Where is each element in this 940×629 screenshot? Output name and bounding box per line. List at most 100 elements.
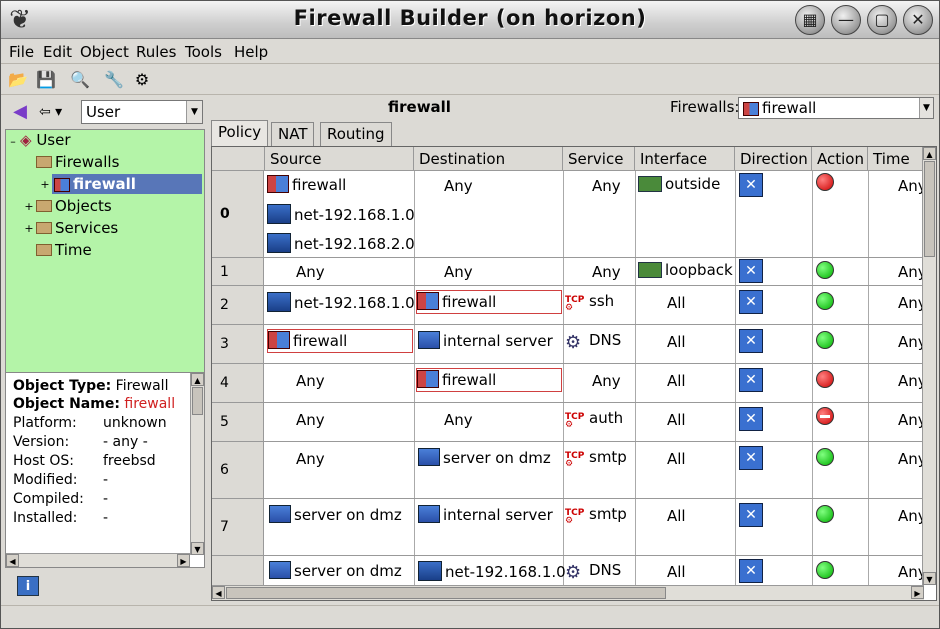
- expand-icon[interactable]: +: [24, 200, 34, 213]
- rule-cell-service[interactable]: TCP ⚙ auth: [565, 409, 623, 433]
- scroll-left-icon[interactable]: ◀: [212, 586, 225, 599]
- rule-number[interactable]: [212, 556, 264, 586]
- rule-number[interactable]: 3: [212, 325, 264, 364]
- rule-cell-service[interactable]: TCP ⚙ smtp: [565, 448, 627, 472]
- rule-cell-direction[interactable]: ✕: [739, 173, 763, 197]
- install-icon[interactable]: ⚙: [129, 68, 155, 92]
- tree-node-time[interactable]: Time: [36, 240, 92, 260]
- rule-number[interactable]: 4: [212, 364, 264, 403]
- rule-cell-direction[interactable]: ✕: [739, 503, 763, 527]
- tab-nat[interactable]: NAT: [271, 122, 315, 146]
- rule-cell-action[interactable]: [816, 261, 834, 283]
- tree-node-user[interactable]: ◈ User: [20, 130, 71, 150]
- open-icon[interactable]: 📂: [5, 68, 31, 92]
- rule-cell-destination[interactable]: Any: [444, 263, 473, 281]
- tools-icon[interactable]: 🔧: [101, 68, 127, 92]
- scroll-right-icon[interactable]: ▶: [177, 554, 190, 567]
- rule-cell-interface[interactable]: All: [667, 507, 686, 525]
- rule-cell-service[interactable]: ⚙ DNS: [565, 331, 621, 353]
- rule-cell-destination[interactable]: firewall: [416, 290, 562, 314]
- rule-cell-action[interactable]: [816, 561, 834, 583]
- grid-vertical-scrollbar[interactable]: ▲ ▼: [922, 147, 936, 585]
- rule-number[interactable]: 6: [212, 442, 264, 499]
- rule-cell-source[interactable]: Any: [296, 411, 325, 429]
- rule-cell-direction[interactable]: ✕: [739, 407, 763, 431]
- rule-cell-destination[interactable]: Any: [444, 177, 473, 195]
- tab-policy[interactable]: Policy: [211, 120, 269, 146]
- rule-cell-service[interactable]: Any: [592, 372, 621, 390]
- rule-cell-action[interactable]: [816, 292, 834, 314]
- find-icon[interactable]: 🔍: [67, 68, 93, 92]
- rule-cell-direction[interactable]: ✕: [739, 290, 763, 314]
- rule-cell-destination[interactable]: firewall: [416, 368, 562, 392]
- info-vertical-scrollbar[interactable]: ▲ ▼: [190, 373, 204, 555]
- menu-edit[interactable]: Edit: [43, 43, 72, 61]
- scroll-thumb[interactable]: [226, 587, 666, 599]
- scroll-down-icon[interactable]: ▼: [191, 542, 204, 555]
- expand-icon[interactable]: +: [40, 178, 50, 191]
- scroll-thumb[interactable]: [924, 161, 935, 257]
- column-header-destination[interactable]: Destination: [414, 147, 563, 171]
- policy-rules-grid[interactable]: Source Destination Service Interface Dir…: [211, 146, 937, 601]
- grid-horizontal-scrollbar[interactable]: ◀ ▶: [212, 585, 924, 600]
- close-button[interactable]: ✕: [903, 5, 933, 35]
- rule-cell-service[interactable]: TCP ⚙ smtp: [565, 505, 627, 529]
- rule-cell-direction[interactable]: ✕: [739, 559, 763, 583]
- rule-cell-action[interactable]: [816, 505, 834, 527]
- rule-cell-destination[interactable]: internal server: [418, 331, 553, 350]
- rule-cell-interface[interactable]: All: [667, 563, 686, 581]
- column-header-action[interactable]: Action: [812, 147, 868, 171]
- library-select[interactable]: User ▼: [81, 100, 203, 124]
- rule-cell-source[interactable]: server on dmz: [269, 561, 402, 580]
- column-header-source[interactable]: Source: [265, 147, 414, 171]
- rule-cell-source[interactable]: firewall: [267, 329, 413, 353]
- menu-rules[interactable]: Rules: [136, 43, 176, 61]
- tree-node-firewall-selected[interactable]: firewall: [52, 174, 202, 194]
- rule-cell-interface[interactable]: All: [667, 450, 686, 468]
- column-header-direction[interactable]: Direction: [735, 147, 812, 171]
- rule-cell-action[interactable]: [816, 173, 834, 195]
- save-icon[interactable]: 💾: [33, 68, 59, 92]
- rule-cell-interface[interactable]: All: [667, 333, 686, 351]
- tab-routing[interactable]: Routing: [320, 122, 392, 146]
- rule-cell-service[interactable]: Any: [592, 263, 621, 281]
- scroll-down-icon[interactable]: ▼: [923, 572, 936, 585]
- rule-number[interactable]: 1: [212, 258, 264, 286]
- rule-cell-source[interactable]: net-192.168.1.0: [267, 204, 415, 224]
- tree-node-objects[interactable]: Objects: [36, 196, 112, 216]
- rule-number[interactable]: 0: [212, 171, 264, 258]
- rule-cell-source[interactable]: net-192.168.1.0: [267, 292, 415, 312]
- minimize-button[interactable]: —: [831, 5, 861, 35]
- rule-cell-source[interactable]: net-192.168.2.0: [267, 233, 415, 253]
- rule-cell-destination[interactable]: internal server: [418, 505, 553, 524]
- scroll-left-icon[interactable]: ◀: [6, 554, 19, 567]
- info-icon[interactable]: i: [17, 576, 39, 596]
- title-bar[interactable]: ❦ Firewall Builder (on horizon) ▦ — ▢ ✕: [1, 1, 939, 39]
- rule-cell-direction[interactable]: ✕: [739, 368, 763, 392]
- scroll-up-icon[interactable]: ▲: [191, 373, 204, 386]
- rule-cell-interface[interactable]: All: [667, 411, 686, 429]
- firewalls-select[interactable]: firewall ▼: [738, 97, 934, 119]
- maximize-button[interactable]: ▢: [867, 5, 897, 35]
- column-header-interface[interactable]: Interface: [635, 147, 735, 171]
- scroll-right-icon[interactable]: ▶: [911, 586, 924, 599]
- column-header-time[interactable]: Time: [868, 147, 928, 171]
- back-arrow-icon[interactable]: ◀: [7, 100, 33, 124]
- rule-cell-service[interactable]: Any: [592, 177, 621, 195]
- scroll-up-icon[interactable]: ▲: [923, 147, 936, 160]
- rule-cell-source[interactable]: Any: [296, 372, 325, 390]
- info-horizontal-scrollbar[interactable]: ◀ ▶: [6, 553, 190, 567]
- collapse-icon[interactable]: –: [8, 135, 18, 148]
- app-firewall-icon[interactable]: ▦: [795, 5, 825, 35]
- rule-cell-source[interactable]: Any: [296, 263, 325, 281]
- menu-file[interactable]: File: [9, 43, 34, 61]
- rule-cell-action[interactable]: [816, 370, 834, 392]
- rule-cell-direction[interactable]: ✕: [739, 259, 763, 283]
- rule-cell-source[interactable]: Any: [296, 450, 325, 468]
- rule-cell-action[interactable]: [816, 407, 834, 429]
- menu-tools[interactable]: Tools: [185, 43, 222, 61]
- rule-cell-interface[interactable]: loopback: [638, 261, 733, 279]
- rule-cell-direction[interactable]: ✕: [739, 446, 763, 470]
- rule-number[interactable]: 2: [212, 286, 264, 325]
- rule-cell-action[interactable]: [816, 448, 834, 470]
